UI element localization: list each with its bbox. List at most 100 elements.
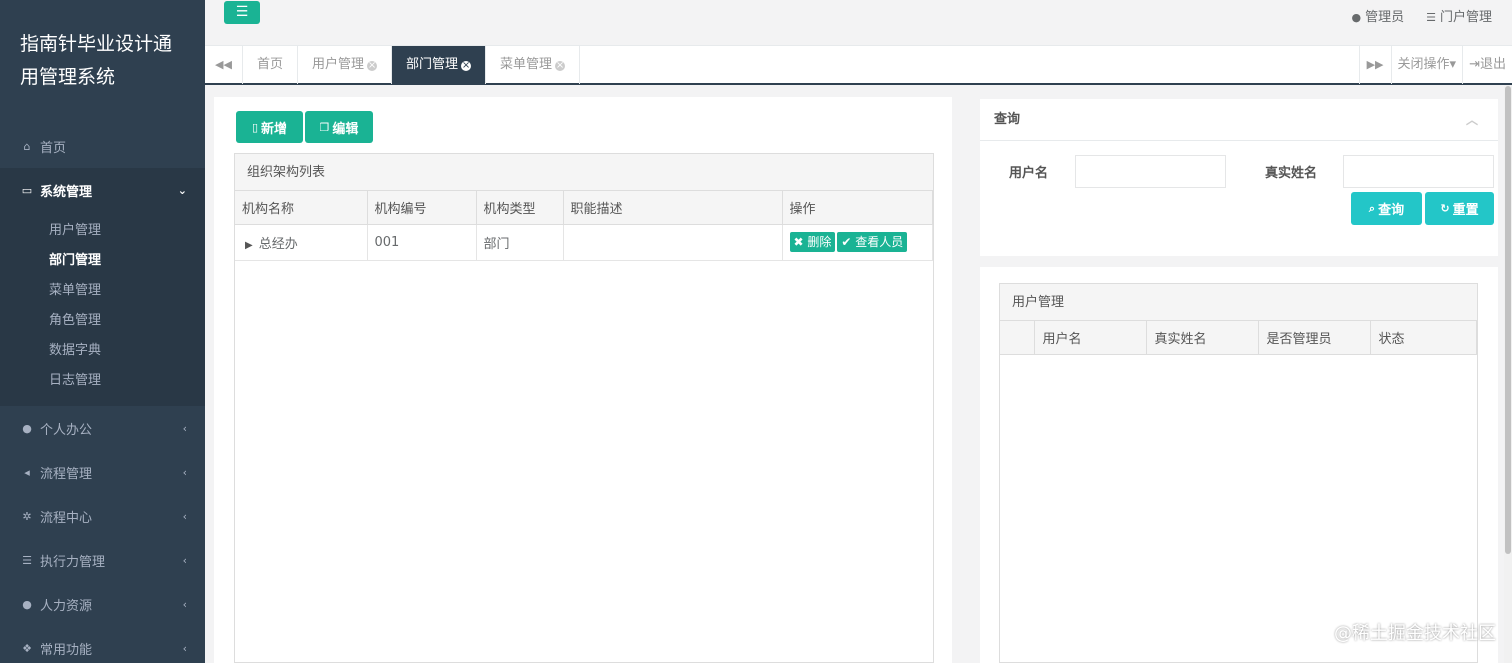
org-name: 总经办 [258,236,298,252]
edit-label: 编辑 [332,121,359,137]
users-grid-title: 用户管理 [1000,284,1477,321]
query-panel: 查询 ︿ 用户名 真实姓名 ⌕ 查询 ↻ 重置 [980,99,1498,256]
tab-label: 用户管理 [312,57,365,72]
sidebar-item-label: 首页 [40,140,67,156]
tabs: 首页 用户管理 × 部门管理 × 菜单管理 × [243,46,581,84]
logout-label: 退出 [1479,57,1506,72]
username-label: 用户名 [1009,166,1049,181]
delete-button[interactable]: ✖ 删除 [789,232,836,252]
home-icon: ⌂ [23,139,31,153]
column-header[interactable]: 真实姓名 [1146,321,1259,355]
sidebar-item-personal[interactable]: ● 个人办公 ‹ [0,406,205,450]
sidebar-item-hr[interactable]: ● 人力资源 ‹ [0,582,205,626]
sidebar-subitem-logs[interactable]: 日志管理 [0,366,205,396]
top-right-nav: ● 管理员 ☰ 门户管理 [1351,6,1492,25]
column-header[interactable]: 职能描述 [563,191,783,225]
file-icon: ▯ [251,120,259,134]
users-panel: 用户管理 用户名 真实姓名 是否管理员 状态 [980,267,1498,663]
column-header[interactable]: 用户名 [1034,321,1147,355]
portal-label: 门户管理 [1439,10,1492,25]
table-row[interactable]: ▶ 总经办 001 部门 ✖ 删除 ✔ 查看人员 [235,224,933,261]
users-grid: 用户管理 用户名 真实姓名 是否管理员 状态 [999,283,1478,663]
search-button[interactable]: ⌕ 查询 [1351,192,1422,225]
org-type: 部门 [476,224,564,261]
sidebar-item-label: 执行力管理 [40,554,106,570]
menu-toggle-button[interactable]: ☰ [224,1,260,24]
edit-button[interactable]: ❐ 编辑 [305,111,373,143]
column-header[interactable]: 操作 [782,191,933,225]
user-icon: ● [22,421,32,435]
user-plus-icon: ● [22,597,32,611]
chevron-left-icon: ‹ [182,553,187,567]
tab-home[interactable]: 首页 [243,46,299,84]
admin-menu[interactable]: ● 管理员 [1351,6,1404,25]
sidebar-item-process-center[interactable]: ✲ 流程中心 ‹ [0,494,205,538]
org-grid: 组织架构列表 机构名称 机构编号 机构类型 职能描述 操作 ▶ 总经办 001 部… [234,153,934,663]
tabs-scroll-left-button[interactable]: ◀◀ [205,46,243,84]
portal-menu[interactable]: ☰ 门户管理 [1426,6,1492,25]
sidebar-subitem-roles[interactable]: 角色管理 [0,306,205,336]
tabs-scroll-right-button[interactable]: ▶▶ [1358,46,1391,84]
tabs-bar: ◀◀ 首页 用户管理 × 部门管理 × 菜单管理 × ▶▶ 关闭操作▾ ⇥退出 [205,45,1512,85]
logout-button[interactable]: ⇥退出 [1462,46,1512,84]
column-header[interactable] [1000,321,1035,355]
sidebar-item-label: 流程管理 [40,466,93,482]
app-brand: 指南针毕业设计通用管理系统 [20,33,173,88]
column-header[interactable]: 状态 [1370,321,1477,355]
column-header[interactable]: 机构编号 [367,191,477,225]
close-icon: ✖ [793,235,804,249]
close-icon[interactable]: × [367,61,378,71]
view-label: 查看人员 [855,235,904,249]
sidebar-item-label: 流程中心 [40,510,93,526]
cubes-icon: ❖ [22,641,32,655]
share-icon: ◂ [24,465,30,479]
sidebar-item-common[interactable]: ❖ 常用功能 ‹ [0,626,205,663]
sidebar-subitem-users[interactable]: 用户管理 [0,216,205,246]
org-code: 001 [367,224,477,261]
gear-icon: ✲ [22,509,32,523]
sidebar-item-system[interactable]: ▭ 系统管理 ⌄ [0,168,205,212]
sidebar-subitem-menus[interactable]: 菜单管理 [0,276,205,306]
scrollbar-thumb[interactable] [1505,86,1511,554]
reset-label: 重置 [1452,203,1479,218]
column-header[interactable]: 是否管理员 [1258,321,1371,355]
org-panel: ▯ 新增 ❐ 编辑 组织架构列表 机构名称 机构编号 机构类型 职能描述 操作 ▶ 总… [214,97,952,663]
sign-out-icon: ⇥ [1469,57,1480,72]
tab-label: 部门管理 [406,57,459,72]
tab-users[interactable]: 用户管理 × [298,46,393,84]
sidebar-item-label: 常用功能 [40,642,93,658]
sidebar-subnav: 用户管理 部门管理 菜单管理 角色管理 数据字典 日志管理 [0,212,205,406]
sidebar-subitem-dictionary[interactable]: 数据字典 [0,336,205,366]
search-label: 查询 [1378,203,1405,218]
reset-button[interactable]: ↻ 重置 [1425,192,1494,225]
chevron-up-icon[interactable]: ︿ [1466,99,1478,141]
view-members-button[interactable]: ✔ 查看人员 [837,232,908,252]
sidebar-item-home[interactable]: ⌂ 首页 [0,124,205,168]
chevron-left-icon: ‹ [182,465,187,479]
chevron-left-icon: ‹ [182,597,187,611]
monitor-icon: ▭ [21,183,33,197]
caret-down-icon: ▾ [1449,57,1457,72]
chevron-left-icon: ‹ [182,641,187,655]
org-table: 机构名称 机构编号 机构类型 职能描述 操作 ▶ 总经办 001 部门 ✖ 删除 ✔… [235,191,933,261]
table-cell-actions: ✖ 删除 ✔ 查看人员 [782,224,933,261]
sidebar-item-process[interactable]: ◂ 流程管理 ‹ [0,450,205,494]
top-header: ☰ ● 管理员 ☰ 门户管理 [205,0,1512,45]
username-input[interactable] [1075,155,1226,188]
close-icon[interactable]: × [461,61,472,71]
query-panel-header: 查询 ︿ [980,99,1498,141]
sidebar-subitem-departments[interactable]: 部门管理 [0,246,205,276]
column-header[interactable]: 机构类型 [476,191,564,225]
tab-departments[interactable]: 部门管理 × [392,46,487,84]
tabs-right-actions: ▶▶ 关闭操作▾ ⇥退出 [1358,46,1512,84]
expand-icon[interactable]: ▶ [245,240,253,251]
org-grid-title: 组织架构列表 [235,154,933,191]
sidebar-item-execution[interactable]: ☰ 执行力管理 ‹ [0,538,205,582]
add-button[interactable]: ▯ 新增 [236,111,303,143]
column-header[interactable]: 机构名称 [235,191,368,225]
tab-menus[interactable]: 菜单管理 × [486,46,581,84]
close-operations-dropdown[interactable]: 关闭操作▾ [1390,46,1463,84]
close-icon[interactable]: × [555,61,566,71]
backward-icon: ◀◀ [215,58,232,71]
realname-input[interactable] [1343,155,1494,188]
